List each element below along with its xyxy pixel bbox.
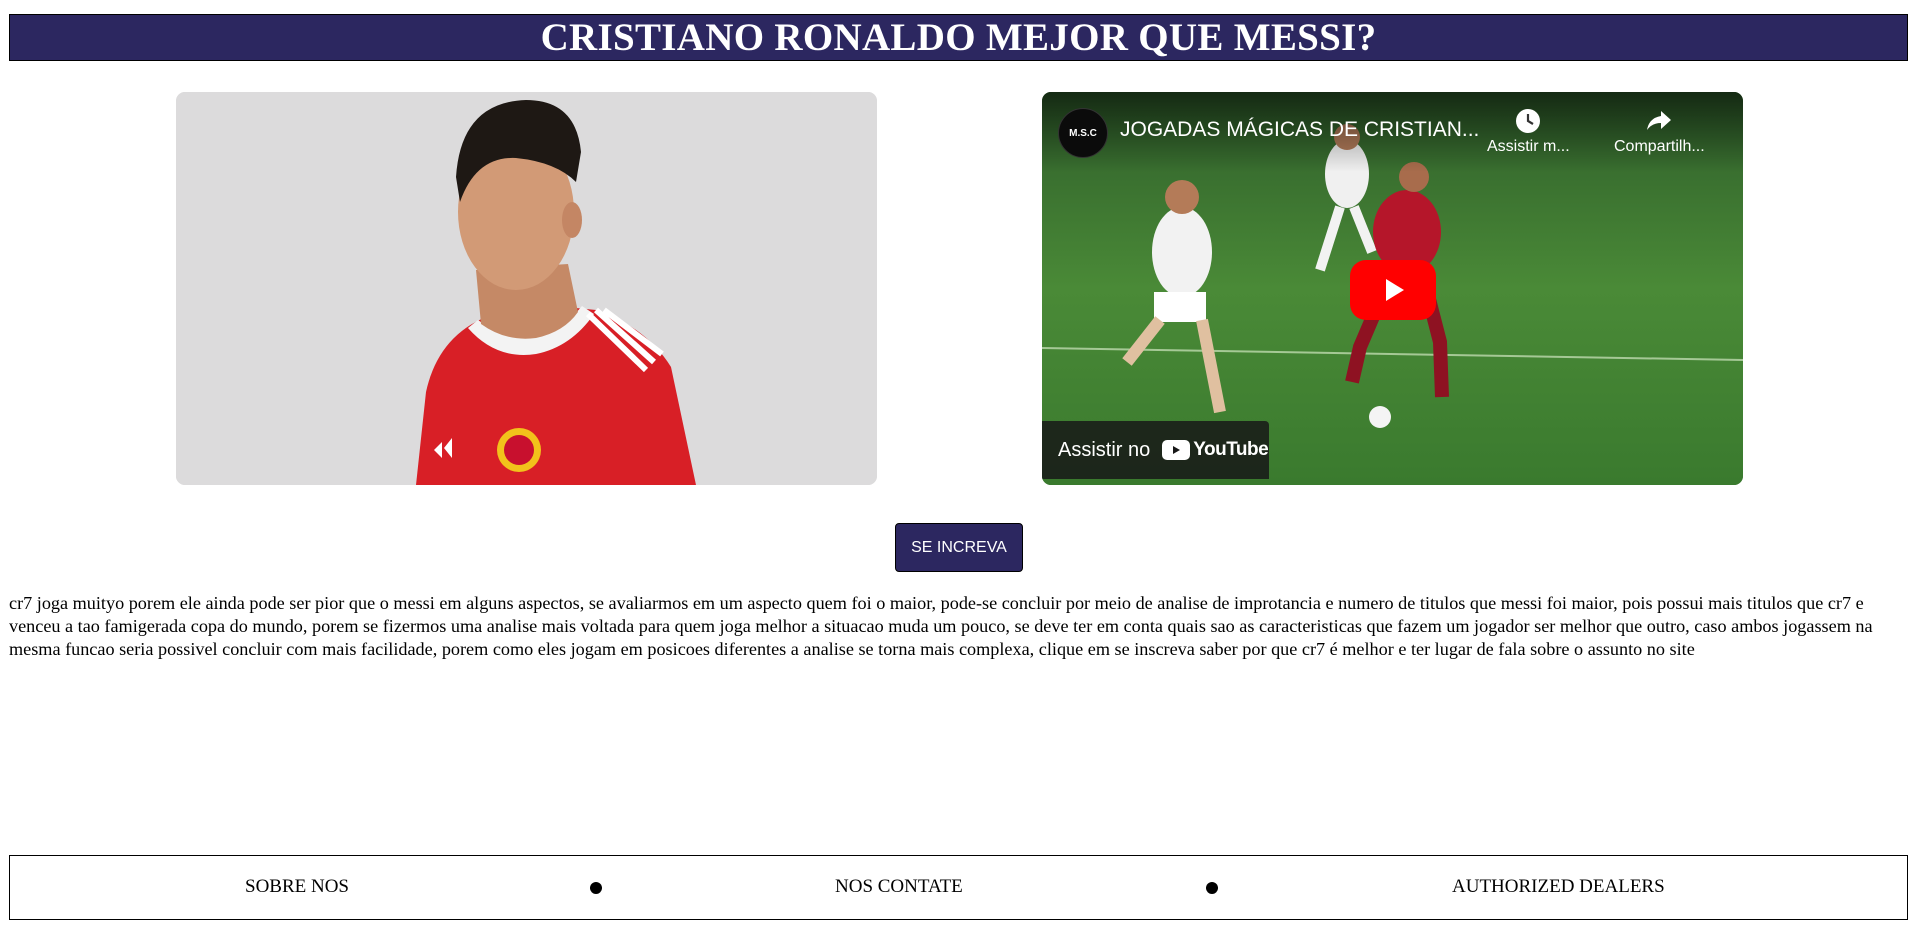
page-title: CRISTIANO RONALDO MEJOR QUE MESSI?: [540, 16, 1377, 59]
page-header: CRISTIANO RONALDO MEJOR QUE MESSI?: [9, 14, 1908, 61]
youtube-logo: YouTube: [1162, 439, 1269, 461]
footer-nav: SOBRE NOS NOS CONTATE AUTHORIZED DEALERS: [9, 855, 1908, 920]
channel-avatar[interactable]: M.S.C: [1058, 108, 1108, 158]
watch-later-label: Assistir m...: [1487, 138, 1570, 155]
share-icon: [1647, 111, 1672, 130]
video-title[interactable]: JOGADAS MÁGICAS DE CRISTIAN...: [1120, 118, 1479, 142]
video-embed[interactable]: M.S.C JOGADAS MÁGICAS DE CRISTIAN... Ass…: [1042, 92, 1743, 485]
player-photo: [176, 92, 877, 485]
footer-link-nos-contate[interactable]: NOS CONTATE: [835, 876, 963, 898]
watch-later-button[interactable]: Assistir m...: [1487, 108, 1570, 156]
share-button[interactable]: Compartilh...: [1614, 108, 1705, 156]
youtube-play-icon: [1162, 440, 1191, 460]
subscribe-button[interactable]: SE INCREVA: [895, 523, 1023, 572]
watch-on-youtube-button[interactable]: Assistir no YouTube: [1042, 421, 1269, 479]
clock-icon: [1516, 109, 1541, 133]
share-label: Compartilh...: [1614, 138, 1705, 155]
footer-separator-dot: [590, 882, 602, 894]
body-paragraph: cr7 joga muityo porem ele ainda pode ser…: [9, 593, 1873, 659]
footer-link-authorized-dealers[interactable]: AUTHORIZED DEALERS: [1452, 876, 1665, 898]
player-photo-illustration: [176, 92, 877, 485]
youtube-brand-label: YouTube: [1193, 439, 1269, 460]
footer-link-sobre-nos[interactable]: SOBRE NOS: [245, 876, 349, 898]
footer-separator-dot: [1206, 882, 1218, 894]
play-icon: [1386, 279, 1404, 301]
watch-on-label: Assistir no: [1058, 438, 1151, 461]
play-button[interactable]: [1350, 260, 1436, 320]
